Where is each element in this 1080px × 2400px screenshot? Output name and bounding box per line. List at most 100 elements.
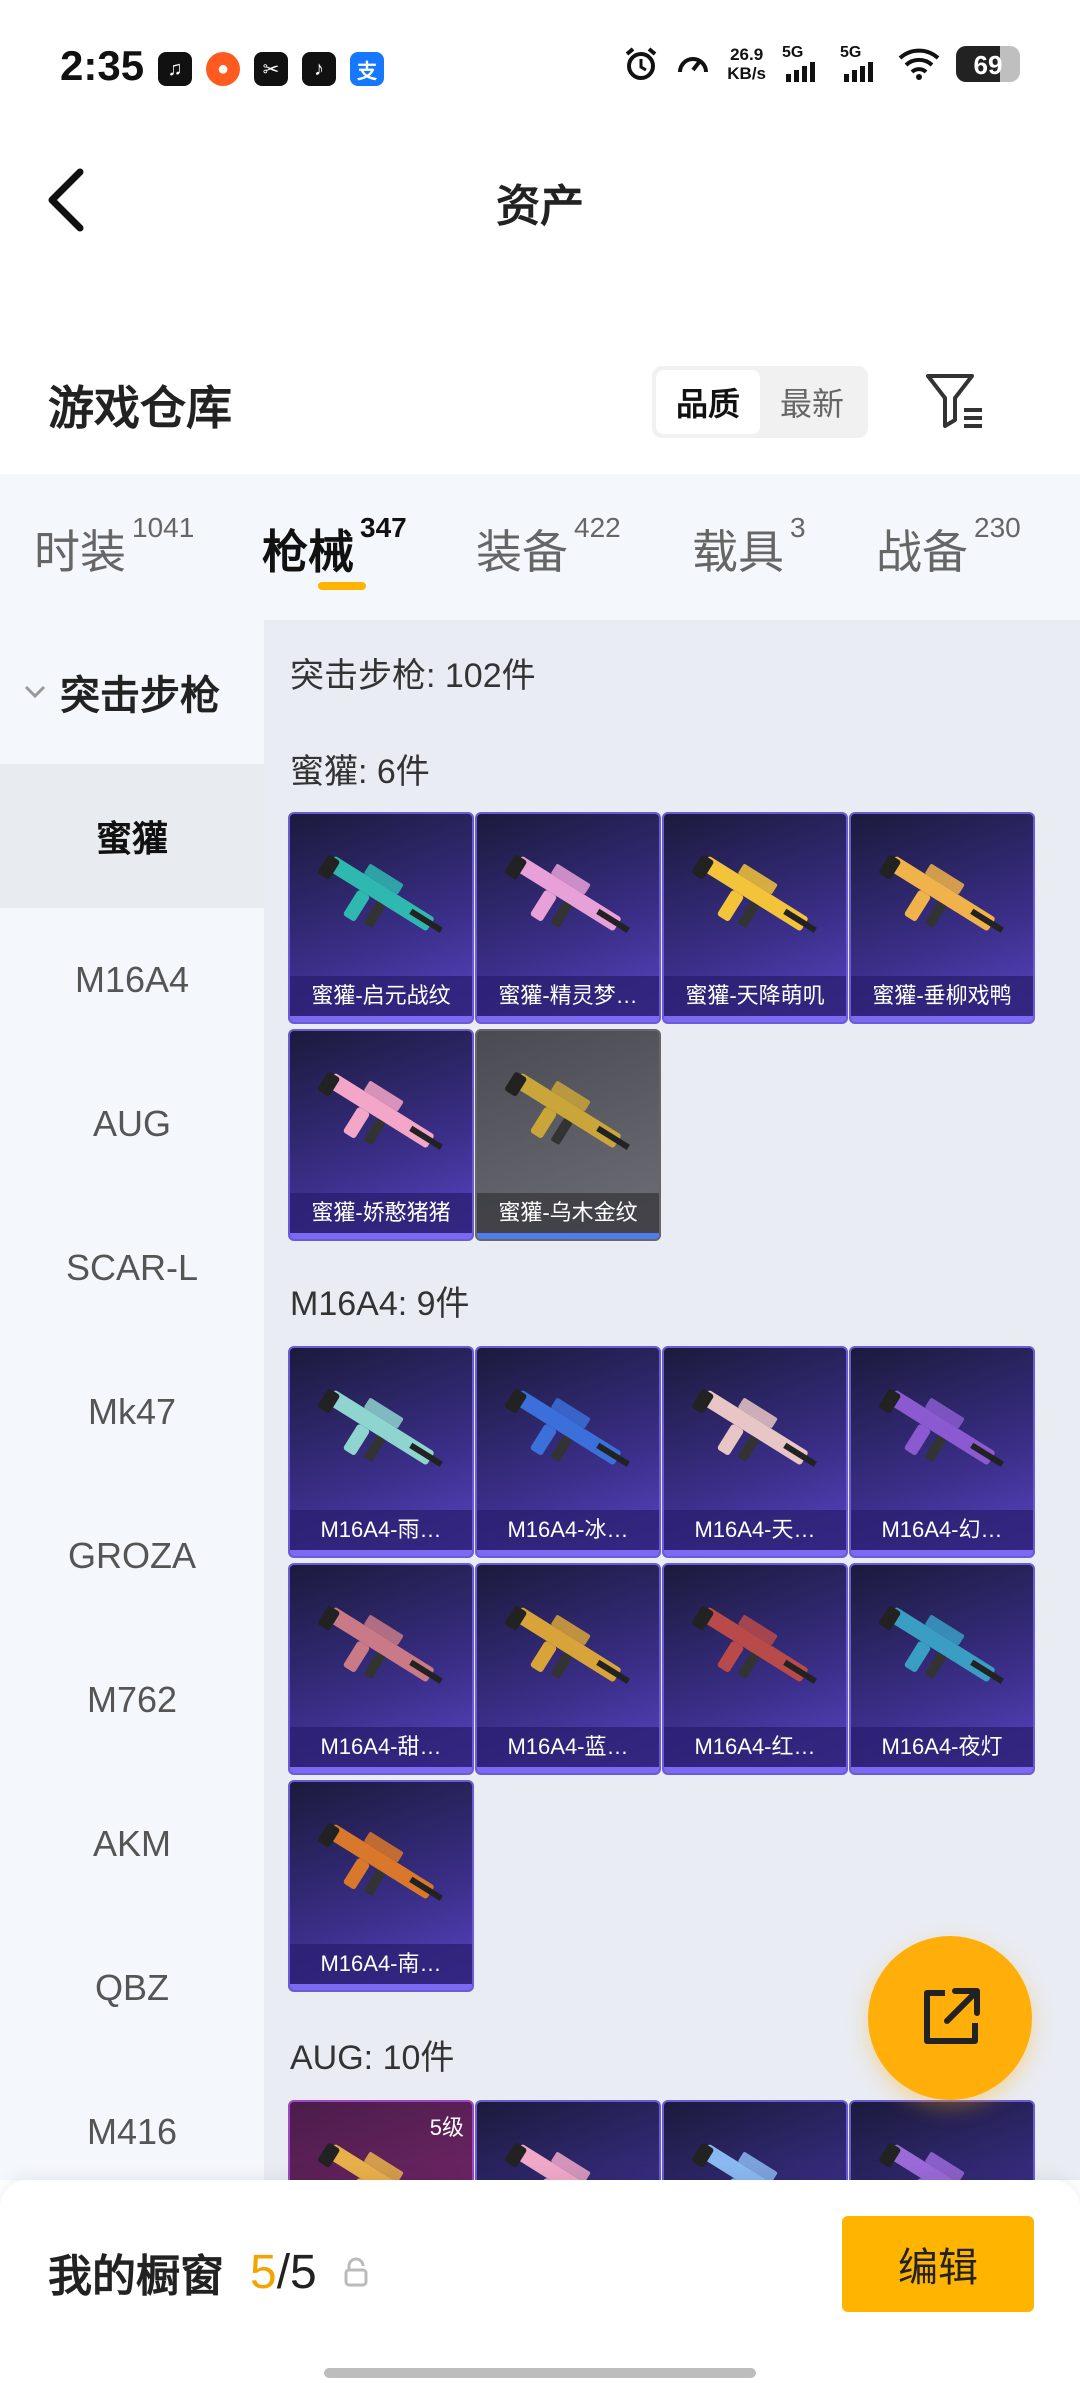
skin-name: 蜜獾-娇憨猪猪 [290,1193,472,1233]
skin-name: M16A4-雨… [290,1510,472,1550]
skin-card[interactable]: M16A4-夜灯 [849,1563,1035,1775]
status-bar: 2:35 ♫ ● ✂ ♪ 支 26.9 KB/s 5G 5G 69 [0,0,1080,140]
rifle-icon [879,855,1004,933]
rifle-icon [692,855,817,933]
alarm-icon [625,47,657,80]
skin-card[interactable]: M16A4-雨… [288,1346,474,1558]
sidebar-item-groza[interactable]: GROZA [0,1484,264,1628]
rifle-icon [505,1389,630,1467]
sidebar-item-akm[interactable]: AKM [0,1772,264,1916]
rarity-bar [477,1767,659,1773]
system-indicators: 26.9 KB/s 5G 5G 69 [623,44,1020,84]
skin-card[interactable]: M16A4-天… [662,1346,848,1558]
active-tab-indicator [318,582,366,590]
sidebar-item-qbz[interactable]: QBZ [0,1916,264,2060]
rifle-icon [318,1823,443,1901]
battery-icon: 69 [956,46,1020,82]
lock-icon [344,2257,368,2287]
tiktok-icon: ♪ [302,52,336,86]
skin-card[interactable]: 蜜獾-天降萌叽 [662,812,848,1024]
rarity-bar [477,1016,659,1022]
tab-supplies[interactable]: 战备 230 [876,512,1021,582]
section-title: M16A4: 9件 [290,1285,470,1323]
skin-card[interactable]: 5级 [288,2100,474,2180]
skin-card[interactable] [662,2100,848,2180]
tab-guns[interactable]: 枪械 347 [262,512,407,582]
rifle-icon [505,1606,630,1684]
showcase-info: 我的橱窗 5/5 [48,2240,369,2304]
network-speed: 26.9 KB/s [727,45,766,83]
sort-toggle: 品质 最新 [652,366,868,438]
section-title: AUG: 10件 [290,2039,455,2077]
page-title: 资产 [496,182,584,231]
notification-icons: ♫ ● ✂ ♪ 支 [158,52,384,86]
skin-card[interactable]: M16A4-南… [288,1780,474,1992]
tab-equipment[interactable]: 装备 422 [476,512,621,582]
rifle-icon [505,1072,630,1150]
skin-name: 蜜獾-启元战纹 [290,976,472,1016]
rifle-icon [692,1389,817,1467]
tab-fashion[interactable]: 时装 1041 [34,512,194,582]
rarity-bar [290,1233,472,1239]
skin-card[interactable]: 蜜獾-垂柳戏鸭 [849,812,1035,1024]
skin-card[interactable]: M16A4-幻… [849,1346,1035,1558]
sidebar-item-m762[interactable]: M762 [0,1628,264,1772]
red-app-icon: ● [206,52,240,86]
rifle-icon [879,1389,1004,1467]
category-summary: 突击步枪: 102件 [290,657,536,695]
rifle-icon [505,855,630,933]
weapon-sidebar: 突击步枪 蜜獾 M16A4 AUG SCAR-L Mk47 GROZA M762… [0,620,264,2180]
category-tabs: 时装 1041 枪械 347 装备 422 载具 3 战备 230 [0,474,1080,620]
status-time: 2:35 [60,42,145,89]
skin-card[interactable]: M16A4-红… [662,1563,848,1775]
edit-button[interactable]: 编辑 [842,2216,1034,2312]
sidebar-item-mk47[interactable]: Mk47 [0,1340,264,1484]
chevron-down-icon [24,685,46,699]
sidebar-item-honey-badger[interactable]: 蜜獾 [0,764,264,908]
skin-name: 蜜獾-天降萌叽 [664,976,846,1016]
skin-name: 蜜獾-精灵梦… [477,976,659,1016]
music-icon: ♫ [158,52,192,86]
skin-card[interactable]: 蜜獾-精灵梦… [475,812,661,1024]
sidebar-item-aug[interactable]: AUG [0,1052,264,1196]
speedometer-icon [678,57,709,73]
rifle-icon [505,2143,621,2180]
sort-newest-button[interactable]: 最新 [760,370,864,434]
skin-card[interactable]: 蜜獾-乌木金纹 [475,1029,661,1241]
signal-2-icon: 5G [840,44,882,84]
sidebar-item-m16a4[interactable]: M16A4 [0,908,264,1052]
rifle-icon [318,855,443,933]
skin-card[interactable]: M16A4-蓝… [475,1563,661,1775]
sidebar-category-header[interactable]: 突击步枪 [0,620,264,764]
skin-name: 蜜獾-垂柳戏鸭 [851,976,1033,1016]
rifle-icon [692,1606,817,1684]
skin-card[interactable] [475,2100,661,2180]
share-icon [924,1988,980,2044]
skin-card[interactable]: 蜜獾-娇憨猪猪 [288,1029,474,1241]
skin-card[interactable] [849,2100,1035,2180]
sidebar-item-scar-l[interactable]: SCAR-L [0,1196,264,1340]
skin-name: M16A4-冰… [477,1510,659,1550]
app-header: 资产 [0,150,1080,250]
wifi-icon [898,48,940,80]
capcut-icon: ✂ [254,52,288,86]
skin-card[interactable]: 蜜獾-启元战纹 [288,812,474,1024]
tab-vehicles[interactable]: 载具 3 [692,512,806,582]
skin-name: 蜜獾-乌木金纹 [477,1193,659,1233]
skin-name: M16A4-甜… [290,1727,472,1767]
level-badge: 5级 [429,2115,464,2140]
sort-quality-button[interactable]: 品质 [656,370,760,434]
skin-card[interactable]: M16A4-甜… [288,1563,474,1775]
rarity-bar [851,1016,1033,1022]
rarity-bar [290,1984,472,1990]
rarity-bar [290,1767,472,1773]
filter-icon[interactable] [924,370,986,432]
showcase-count: 5/5 [250,2245,317,2299]
share-button[interactable] [868,1936,1032,2100]
skin-name: M16A4-夜灯 [851,1727,1033,1767]
rifle-icon [692,2143,808,2180]
rifle-icon [879,1606,1004,1684]
skin-card[interactable]: M16A4-冰… [475,1346,661,1558]
skin-name: M16A4-幻… [851,1510,1033,1550]
skin-name: M16A4-红… [664,1727,846,1767]
